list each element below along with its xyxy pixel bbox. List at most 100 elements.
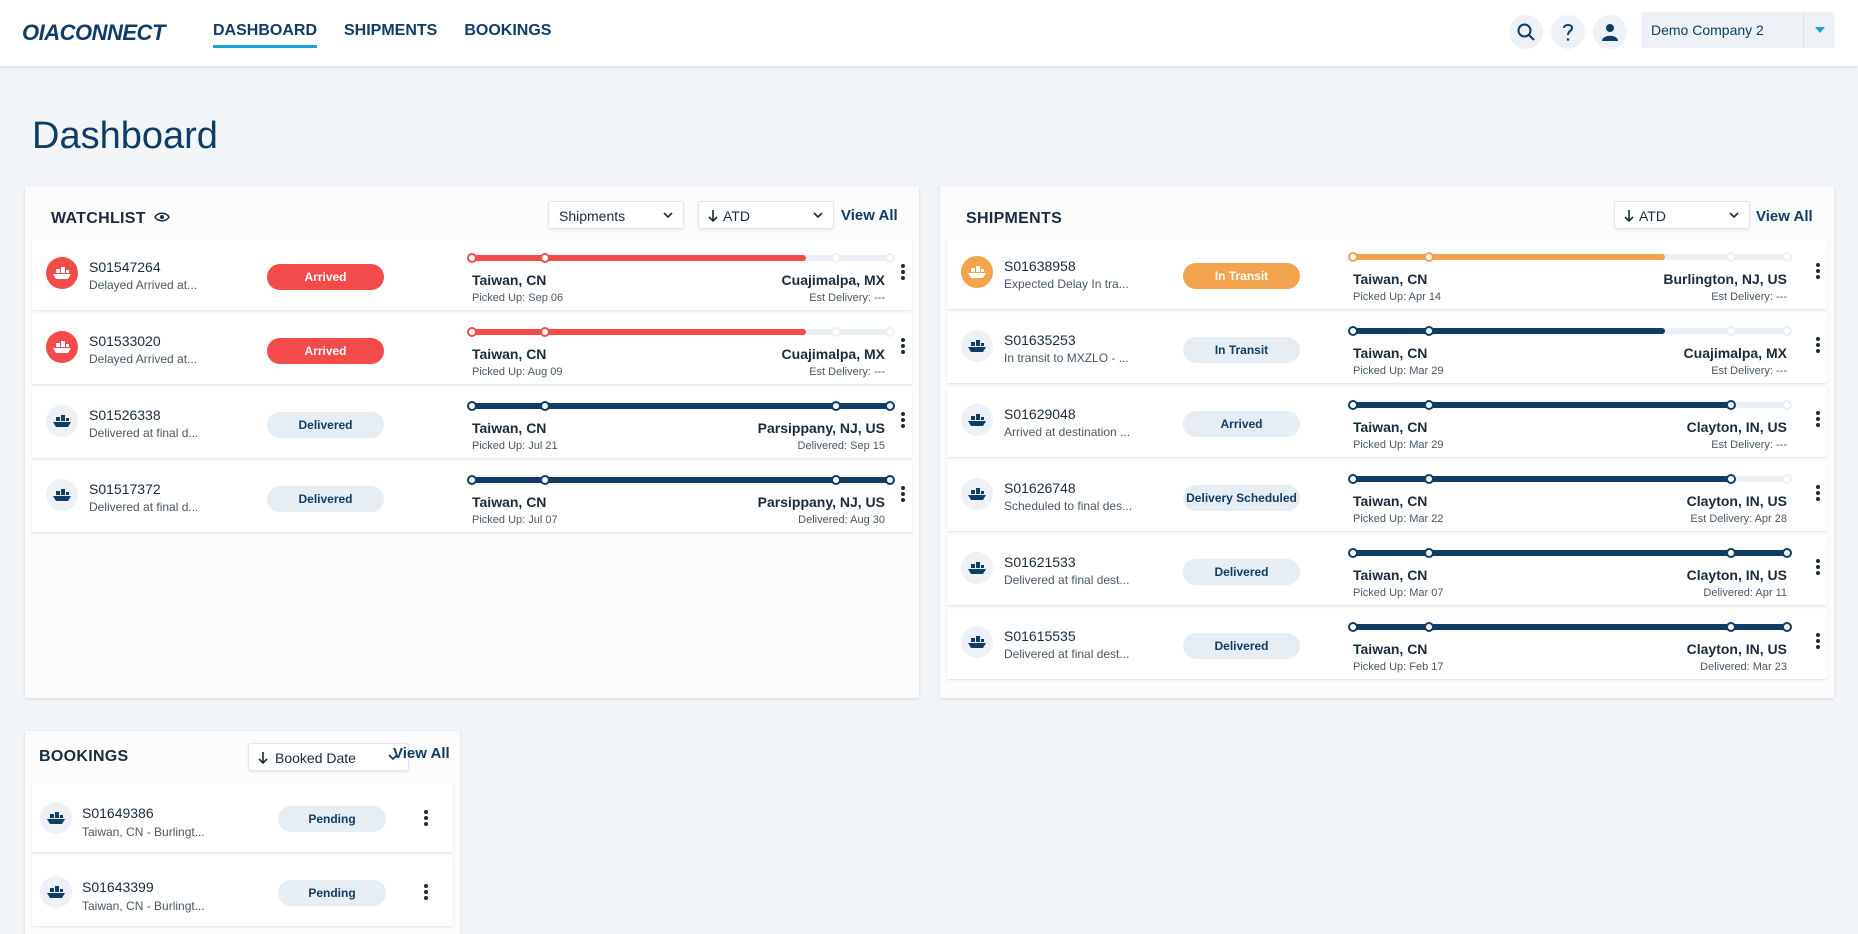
picked-up-date: Picked Up: Mar 29 xyxy=(1353,365,1444,377)
ship-icon xyxy=(46,479,78,511)
destination-location: Cuajimalpa, MX xyxy=(781,272,885,288)
ship-icon xyxy=(40,802,72,834)
delivery-date: Est Delivery: --- xyxy=(1711,439,1787,451)
progress-fill xyxy=(1353,476,1731,482)
progress-milestone xyxy=(1782,326,1792,336)
progress-milestone xyxy=(1725,326,1736,336)
progress-fill xyxy=(472,329,807,335)
delivery-date: Delivered: Mar 23 xyxy=(1700,661,1787,673)
nav-dashboard[interactable]: DASHBOARD xyxy=(213,22,317,48)
oiaconnect-logo[interactable]: OIACONNECT xyxy=(22,20,165,46)
progress-milestone xyxy=(1725,622,1736,632)
shipment-row[interactable]: S01621533 Delivered at final dest... Deliv… xyxy=(947,535,1827,605)
shipments-view-all-link[interactable]: View All xyxy=(1756,208,1813,225)
bookings-panel: BOOKINGS Booked Date View All S01649386 T… xyxy=(25,731,460,934)
chevron-down-icon xyxy=(1729,212,1739,219)
shipment-row[interactable]: S01526338 Delivered at final d... Delivere… xyxy=(32,388,912,458)
shipment-status-text: Delivered at final dest... xyxy=(1004,573,1130,587)
delivery-date: Est Delivery: --- xyxy=(809,292,885,304)
more-options-icon[interactable] xyxy=(1813,337,1823,357)
progress-milestone xyxy=(1423,622,1434,632)
booking-row[interactable]: S01649386 Taiwan, CN - Burlingt... Pending xyxy=(32,782,453,852)
shipment-row[interactable]: S01638958 Expected Delay In tra... In Tran… xyxy=(947,239,1827,309)
ship-icon xyxy=(46,331,78,363)
help-icon[interactable] xyxy=(1551,15,1585,49)
picked-up-date: Picked Up: Jul 07 xyxy=(472,514,558,526)
progress-fill xyxy=(1353,328,1666,334)
booking-row[interactable]: S01643399 Taiwan, CN - Burlingt... Pending xyxy=(32,856,453,926)
company-select[interactable]: Demo Company 2 xyxy=(1641,12,1835,48)
shipment-id: S01626748 xyxy=(1004,480,1076,496)
progress-milestone xyxy=(830,475,841,485)
shipment-id: S01629048 xyxy=(1004,406,1076,422)
progress-milestone xyxy=(1725,400,1736,410)
bookings-title: BOOKINGS xyxy=(39,748,129,765)
more-options-icon[interactable] xyxy=(421,884,431,904)
bookings-sort-select[interactable]: Booked Date xyxy=(248,743,409,771)
booking-id: S01649386 xyxy=(82,805,154,821)
progress-milestone xyxy=(1725,474,1736,484)
progress-milestone xyxy=(885,401,895,411)
nav-shipments[interactable]: SHIPMENTS xyxy=(344,22,437,46)
shipment-status-text: Scheduled to final des... xyxy=(1004,499,1133,513)
progress-milestone xyxy=(1423,326,1434,336)
origin-location: Taiwan, CN xyxy=(1353,271,1428,287)
progress-milestone xyxy=(1782,548,1792,558)
picked-up-date: Picked Up: Mar 22 xyxy=(1353,513,1444,525)
shipment-row[interactable]: S01635253 In transit to MXZLO - ... In Tra… xyxy=(947,313,1827,383)
ship-icon xyxy=(961,330,993,362)
shipment-row[interactable]: S01615535 Delivered at final dest... Deliv… xyxy=(947,609,1827,679)
ship-icon xyxy=(46,257,78,289)
more-options-icon[interactable] xyxy=(898,412,908,432)
more-options-icon[interactable] xyxy=(1813,633,1823,653)
delivery-date: Delivered: Sep 15 xyxy=(797,440,885,452)
progress-milestone xyxy=(885,253,895,263)
origin-location: Taiwan, CN xyxy=(1353,419,1428,435)
more-options-icon[interactable] xyxy=(1813,485,1823,505)
progress-track xyxy=(1348,548,1792,558)
shipment-row[interactable]: S01626748 Scheduled to final des... Delive… xyxy=(947,461,1827,531)
watchlist-title: WATCHLIST xyxy=(51,210,170,228)
more-options-icon[interactable] xyxy=(898,264,908,284)
progress-milestone xyxy=(467,401,477,411)
shipment-id: S01547264 xyxy=(89,259,161,275)
bookings-view-all-link[interactable]: View All xyxy=(393,745,450,762)
more-options-icon[interactable] xyxy=(421,810,431,830)
delivery-date: Delivered: Aug 30 xyxy=(798,514,885,526)
delivery-date: Est Delivery: --- xyxy=(809,366,885,378)
progress-fill xyxy=(472,255,807,261)
watchlist-type-select[interactable]: Shipments xyxy=(548,201,684,229)
arrow-down-icon xyxy=(708,210,718,223)
shipments-sort-select[interactable]: ATD xyxy=(1614,201,1750,229)
picked-up-date: Picked Up: Mar 07 xyxy=(1353,587,1444,599)
status-badge: Delivered xyxy=(1183,633,1300,659)
status-badge: Delivered xyxy=(267,486,384,512)
more-options-icon[interactable] xyxy=(1813,411,1823,431)
chevron-down-icon xyxy=(813,212,823,219)
booking-route: Taiwan, CN - Burlingt... xyxy=(82,825,205,839)
main-nav: DASHBOARD SHIPMENTS BOOKINGS xyxy=(213,22,551,48)
watchlist-view-all-link[interactable]: View All xyxy=(841,207,898,224)
destination-location: Clayton, IN, US xyxy=(1686,419,1787,435)
watchlist-sort-select[interactable]: ATD xyxy=(698,201,834,229)
shipment-row[interactable]: S01533020 Delayed Arrived at... Arrived Tai… xyxy=(32,314,912,384)
shipment-row[interactable]: S01547264 Delayed Arrived at... Arrived Tai… xyxy=(32,240,912,310)
progress-milestone xyxy=(1348,400,1358,410)
shipment-status-text: Expected Delay In tra... xyxy=(1004,277,1129,291)
search-icon[interactable] xyxy=(1509,15,1543,49)
more-options-icon[interactable] xyxy=(898,486,908,506)
progress-milestone xyxy=(467,327,477,337)
picked-up-date: Picked Up: Apr 14 xyxy=(1353,291,1442,303)
shipment-row[interactable]: S01629048 Arrived at destination ... Arriv… xyxy=(947,387,1827,457)
progress-milestone xyxy=(1725,548,1736,558)
shipment-id: S01526338 xyxy=(89,407,161,423)
progress-track xyxy=(1348,252,1792,262)
user-icon[interactable] xyxy=(1593,15,1627,49)
nav-bookings[interactable]: BOOKINGS xyxy=(464,22,551,46)
delivery-date: Est Delivery: --- xyxy=(1711,365,1787,377)
more-options-icon[interactable] xyxy=(1813,263,1823,283)
more-options-icon[interactable] xyxy=(898,338,908,358)
shipment-row[interactable]: S01517372 Delivered at final d... Delivere… xyxy=(32,462,912,532)
more-options-icon[interactable] xyxy=(1813,559,1823,579)
destination-location: Cuajimalpa, MX xyxy=(1683,345,1787,361)
